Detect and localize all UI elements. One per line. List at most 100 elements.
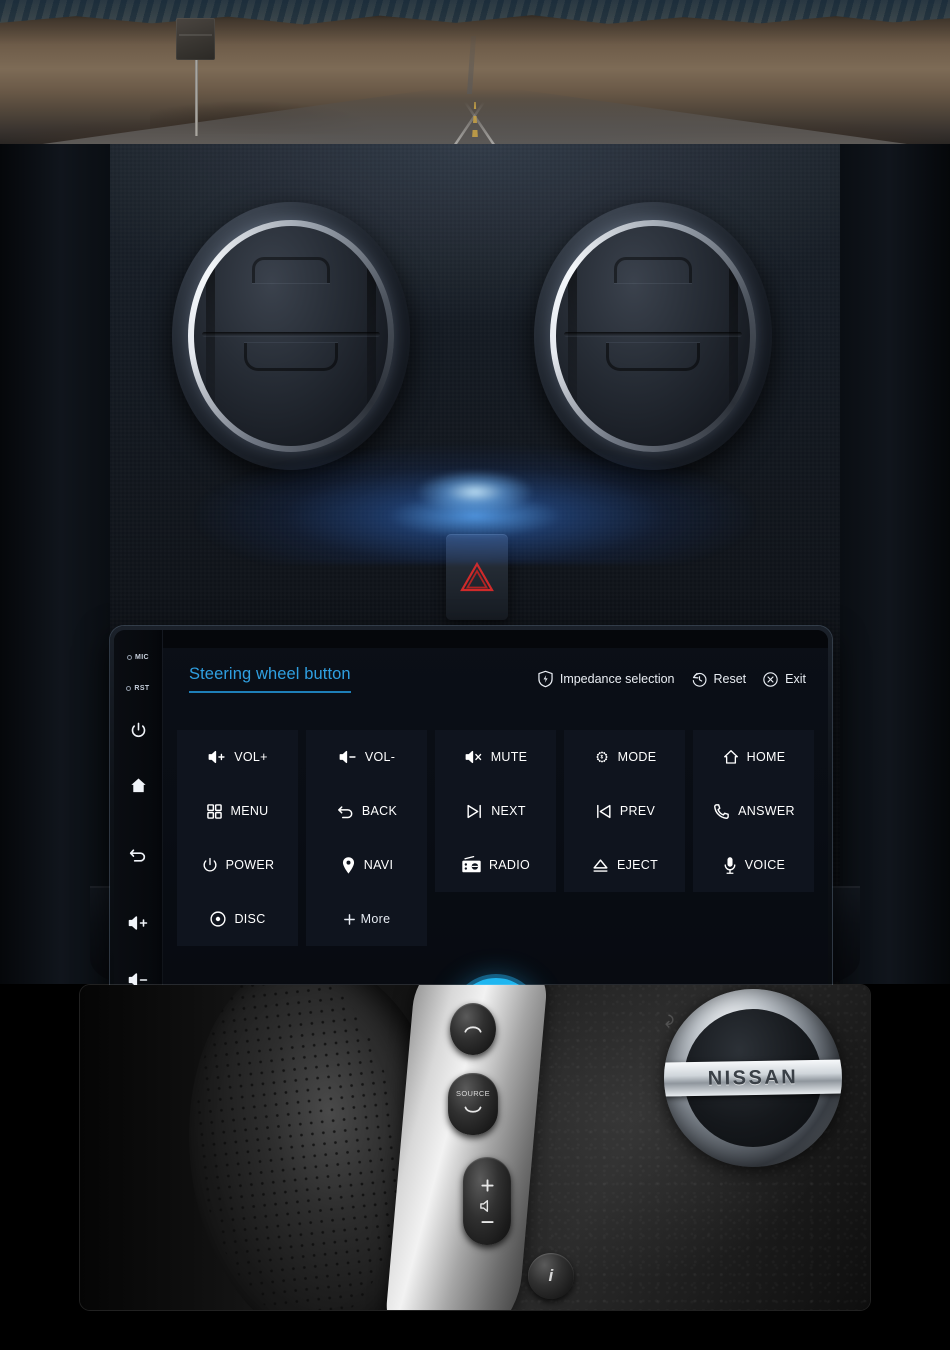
key-next[interactable]: NEXT	[435, 784, 556, 838]
answer-call-button[interactable]	[450, 1003, 496, 1055]
vent-inner-left	[194, 226, 388, 446]
key-back[interactable]: BACK	[306, 784, 427, 838]
bezel-power[interactable]	[114, 706, 162, 754]
head-unit-screen: Steering wheel button Impedance selectio	[162, 630, 828, 1034]
key-more[interactable]: More	[306, 892, 427, 946]
mic-indicator-label-wrap: MIC	[126, 653, 150, 661]
info-button[interactable]: i	[528, 1253, 574, 1299]
key-mute[interactable]: MUTE	[435, 730, 556, 784]
mic-dot-icon	[126, 654, 132, 660]
key-answer[interactable]: ANSWER	[693, 784, 814, 838]
vent-blade-upper	[252, 256, 330, 283]
key-label: MENU	[230, 804, 269, 818]
key-label: RADIO	[488, 858, 531, 872]
air-vent-left	[172, 202, 410, 470]
mic-indicator: MIC	[114, 644, 162, 670]
gear-mode-icon	[593, 748, 611, 766]
vent-chrome-ring-right	[550, 220, 756, 452]
eject-icon	[591, 857, 610, 874]
key-label: MODE	[617, 750, 657, 764]
home-icon	[722, 748, 740, 766]
speaker-icon	[478, 1199, 496, 1213]
key-label: BACK	[361, 804, 398, 818]
power-icon	[201, 856, 219, 874]
reset-indicator[interactable]: RST	[114, 670, 162, 706]
key-navi[interactable]: NAVI	[306, 838, 427, 892]
impedance-selection-button[interactable]: Impedance selection	[537, 670, 675, 688]
bezel-volume-up[interactable]	[114, 892, 162, 954]
hazard-warning-button[interactable]	[446, 534, 508, 620]
key-voice[interactable]: VOICE	[693, 838, 814, 892]
vent-blade-center	[563, 331, 743, 337]
shield-bolt-icon	[537, 670, 554, 688]
header-actions: Impedance selection Reset Exit	[537, 670, 806, 688]
nissan-emblem: NISSAN	[664, 989, 842, 1167]
steering-wheel-key-grid: VOL+ VOL- MUTE MODE HOME MENU BACK NEXT …	[177, 730, 814, 946]
history-clock-icon	[691, 671, 708, 688]
vent-chrome-ring-left	[188, 220, 394, 452]
back-arrow-icon	[128, 844, 148, 864]
grid-empty-cell	[693, 892, 814, 946]
key-label: POWER	[225, 858, 275, 872]
map-pin-icon	[340, 856, 357, 875]
key-label: VOICE	[744, 858, 786, 872]
air-vent-right	[534, 202, 772, 470]
mic-indicator-label: MIC	[134, 653, 150, 661]
exit-button[interactable]: Exit	[762, 671, 806, 688]
volume-up-icon	[127, 914, 149, 932]
key-eject[interactable]: EJECT	[564, 838, 685, 892]
reset-label: Reset	[713, 672, 747, 686]
next-track-icon	[465, 803, 484, 820]
page-title: Steering wheel button	[189, 665, 351, 693]
screen-header: Steering wheel button Impedance selectio	[163, 648, 828, 710]
back-arrow-icon	[336, 802, 355, 821]
key-menu[interactable]: MENU	[177, 784, 298, 838]
key-radio[interactable]: RADIO	[435, 838, 556, 892]
bezel-back[interactable]	[114, 816, 162, 892]
prev-track-icon	[594, 803, 613, 820]
volume-rocker-button[interactable]	[463, 1157, 511, 1245]
head-unit-face: MIC RST Steering wheel button Impedance …	[114, 630, 828, 1034]
vent-blade-center	[201, 331, 381, 337]
source-endcall-button[interactable]: SOURCE	[448, 1073, 498, 1135]
distant-road	[467, 36, 477, 94]
key-mode[interactable]: MODE	[564, 730, 685, 784]
key-home[interactable]: HOME	[693, 730, 814, 784]
home-icon	[129, 776, 148, 795]
plus-icon	[343, 913, 356, 926]
reset-dot-icon	[126, 685, 132, 691]
horn-marking: ↷	[657, 1013, 678, 1029]
radio-icon	[461, 856, 482, 874]
head-unit: MIC RST Steering wheel button Impedance …	[110, 626, 832, 1038]
desert-road-scene	[0, 0, 950, 150]
key-label: EJECT	[616, 858, 659, 872]
key-label: ANSWER	[738, 804, 795, 818]
head-unit-bezel: MIC RST	[114, 630, 162, 1034]
reset-indicator-label: RST	[134, 684, 150, 692]
key-disc[interactable]: DISC	[177, 892, 298, 946]
key-label: NEXT	[491, 804, 526, 818]
road-sign-board	[176, 18, 215, 60]
grid-menu-icon	[206, 803, 223, 820]
volume-down-icon	[338, 749, 358, 765]
key-label: NAVI	[363, 858, 394, 872]
key-vol-down[interactable]: VOL-	[306, 730, 427, 784]
emblem-text: NISSAN	[707, 1065, 799, 1090]
key-label: HOME	[746, 750, 786, 764]
dashboard-right-panel	[840, 144, 950, 984]
grid-empty-cell	[564, 892, 685, 946]
volume-up-icon	[207, 749, 227, 765]
key-label: VOL-	[364, 750, 396, 764]
phone-icon	[712, 802, 731, 821]
power-icon	[129, 721, 148, 740]
key-prev[interactable]: PREV	[564, 784, 685, 838]
key-label: PREV	[619, 804, 656, 818]
key-label: DISC	[234, 912, 266, 926]
emblem-bar: NISSAN	[664, 1059, 842, 1097]
hazard-triangle-icon	[460, 562, 494, 592]
reset-button[interactable]: Reset	[691, 671, 747, 688]
key-power[interactable]: POWER	[177, 838, 298, 892]
plus-icon	[480, 1178, 495, 1193]
bezel-home[interactable]	[114, 754, 162, 816]
key-vol-up[interactable]: VOL+	[177, 730, 298, 784]
